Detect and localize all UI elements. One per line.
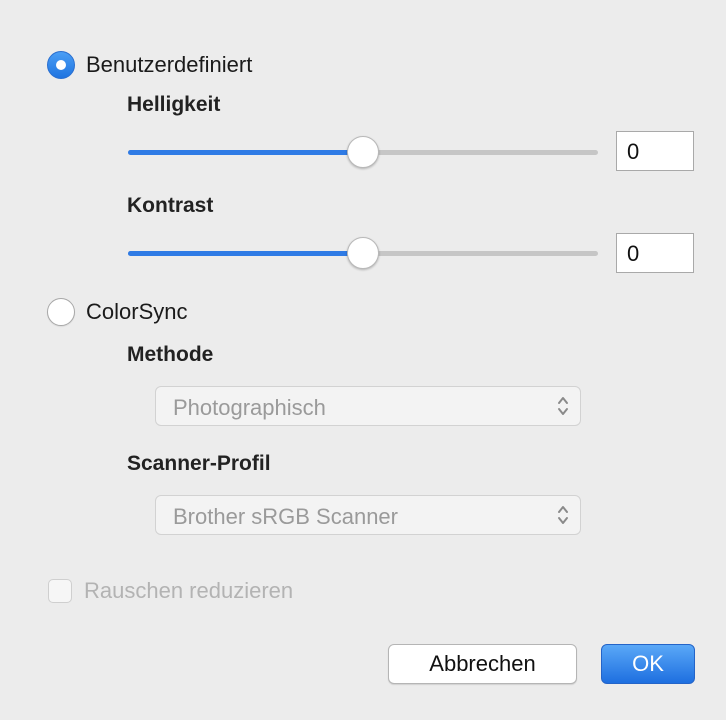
scanner-profile-select-value: Brother sRGB Scanner xyxy=(173,504,398,529)
cancel-button[interactable]: Abbrechen xyxy=(388,644,577,684)
brightness-label: Helligkeit xyxy=(127,93,221,116)
custom-label[interactable]: Benutzerdefiniert xyxy=(86,52,252,78)
scanner-profile-select: Brother sRGB Scanner xyxy=(155,495,581,535)
contrast-slider-fill xyxy=(128,251,363,256)
custom-radio[interactable] xyxy=(47,51,75,79)
radio-selected-dot xyxy=(56,60,66,70)
brightness-slider-thumb[interactable] xyxy=(347,136,379,168)
scanner-profile-label: Scanner-Profil xyxy=(127,452,271,475)
scan-settings-dialog: Benutzerdefiniert Helligkeit 0 Kontrast … xyxy=(0,0,726,720)
chevron-up-down-icon xyxy=(558,397,568,415)
contrast-label: Kontrast xyxy=(127,194,214,217)
chevron-up-down-icon xyxy=(558,506,568,524)
contrast-slider-thumb[interactable] xyxy=(347,237,379,269)
method-select-value: Photographisch xyxy=(173,395,326,420)
contrast-value-field[interactable]: 0 xyxy=(616,233,694,273)
ok-button[interactable]: OK xyxy=(601,644,695,684)
brightness-slider-fill xyxy=(128,150,363,155)
method-label: Methode xyxy=(127,343,214,366)
method-select: Photographisch xyxy=(155,386,581,426)
colorsync-label[interactable]: ColorSync xyxy=(86,299,187,325)
noise-reduction-label: Rauschen reduzieren xyxy=(84,578,294,603)
colorsync-radio[interactable] xyxy=(47,298,75,326)
noise-reduction-checkbox xyxy=(48,579,72,603)
brightness-value-field[interactable]: 0 xyxy=(616,131,694,171)
